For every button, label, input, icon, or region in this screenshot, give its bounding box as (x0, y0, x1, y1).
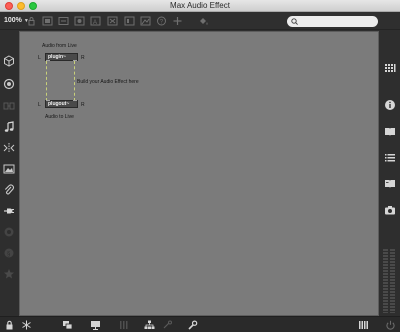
plugout-inlet-right[interactable] (73, 100, 77, 101)
circle-icon[interactable] (3, 226, 15, 238)
music-note-icon[interactable] (3, 121, 15, 133)
hierarchy-icon[interactable] (144, 320, 155, 330)
output-meter (383, 249, 397, 313)
windows-icon[interactable] (62, 320, 73, 330)
svg-text:§: § (7, 252, 10, 258)
meter-right-channel (390, 249, 395, 313)
link-icon[interactable] (3, 100, 15, 112)
paperclip-icon[interactable] (3, 184, 15, 196)
hint-icon[interactable]: ? (156, 16, 167, 26)
reference-icon[interactable] (384, 178, 396, 190)
toggle-icon[interactable] (107, 16, 118, 26)
plugin-object[interactable]: plugin~ (45, 53, 78, 61)
wrench-icon[interactable] (187, 320, 198, 330)
comment-audio-to-live: Audio to Live (45, 114, 74, 120)
add-icon[interactable] (172, 16, 183, 26)
meter-icon[interactable] (358, 320, 369, 330)
split-icon[interactable] (3, 142, 15, 154)
title-bar: Max Audio Effect (0, 0, 400, 12)
svg-text:A: A (93, 20, 97, 26)
right-channel-label-out: R (81, 102, 85, 108)
patch-cord-right[interactable] (74, 61, 76, 101)
list-icon[interactable] (384, 152, 396, 164)
info-icon[interactable] (384, 99, 396, 111)
power-icon[interactable] (385, 320, 396, 330)
new-object-icon[interactable] (42, 16, 53, 26)
snowflake-icon[interactable] (21, 320, 32, 330)
plugin-object-text: plugin~ (48, 54, 66, 60)
comment-build-effect: Build your Audio Effect here (77, 79, 139, 85)
comment-audio-from-live: Audio from Live (42, 43, 77, 49)
lock-icon[interactable] (4, 320, 15, 330)
window-title: Max Audio Effect (170, 1, 230, 10)
target-icon[interactable] (3, 78, 15, 90)
plug-icon[interactable] (3, 205, 15, 217)
grid-icon[interactable] (384, 63, 396, 75)
search-icon (291, 18, 298, 25)
left-channel-label-out: L (38, 102, 41, 108)
new-comment-icon[interactable]: A (90, 16, 101, 26)
new-button-icon[interactable] (74, 16, 85, 26)
paint-icon[interactable] (198, 16, 209, 26)
toolbar: 100% ▼ A ? (0, 12, 400, 30)
presentation-icon[interactable] (90, 320, 101, 330)
left-channel-label: L (38, 55, 41, 61)
media-icon[interactable] (140, 16, 151, 26)
camera-icon[interactable] (384, 204, 396, 216)
meter-left-channel (383, 249, 388, 313)
bottom-toolbar (0, 316, 400, 332)
right-sidebar (380, 31, 400, 316)
right-channel-label: R (81, 55, 85, 61)
plugout-inlet-left[interactable] (46, 100, 50, 101)
snippet-icon[interactable]: § (3, 247, 15, 259)
left-sidebar: § (0, 31, 18, 316)
cube-icon[interactable] (3, 55, 15, 67)
lock-icon[interactable] (26, 16, 37, 26)
debug-icon[interactable] (162, 320, 173, 330)
presentation-icon[interactable] (124, 16, 135, 26)
grid-icon[interactable] (119, 320, 130, 330)
zoom-level: 100% (4, 17, 22, 24)
patch-cord-left[interactable] (46, 61, 48, 101)
plugout-object[interactable]: plugout~ (45, 100, 78, 108)
patcher-canvas[interactable]: Audio from Live L plugin~ R Build your A… (19, 31, 379, 316)
new-message-icon[interactable] (58, 16, 69, 26)
book-icon[interactable] (384, 126, 396, 138)
star-icon[interactable] (3, 268, 15, 280)
image-icon[interactable] (3, 163, 15, 175)
search-input[interactable] (287, 16, 378, 27)
plugout-object-text: plugout~ (48, 101, 70, 107)
